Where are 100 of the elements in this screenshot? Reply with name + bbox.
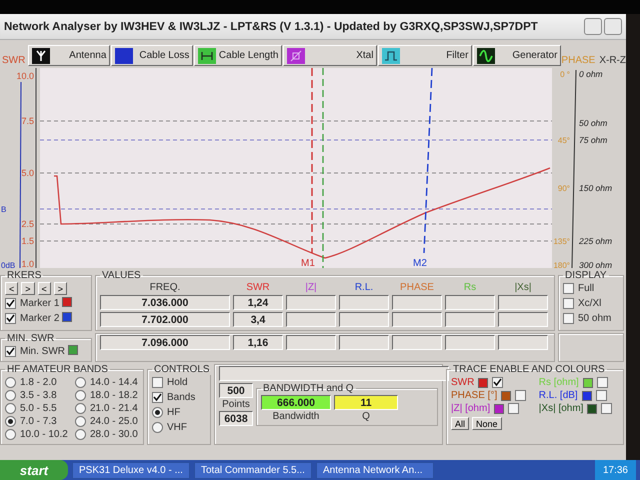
value-field[interactable] [339, 295, 389, 310]
value-field[interactable] [392, 335, 442, 350]
radio-label: 14.0 - 14.4 [90, 377, 138, 388]
mode-button[interactable]: Cable Loss [111, 45, 194, 66]
field-label: Bandwidth [272, 411, 320, 422]
radio-label: 10.0 - 10.2 [20, 429, 68, 440]
value-field[interactable] [339, 335, 389, 350]
maximize-button[interactable] [604, 18, 622, 35]
group-title: CONTROLS [153, 364, 211, 375]
radio-button[interactable] [152, 407, 163, 418]
radio-label: VHF [167, 422, 187, 433]
radio-label: 3.5 - 3.8 [20, 390, 57, 401]
trace-label: PHASE [°] [451, 390, 498, 401]
checkbox[interactable] [596, 377, 608, 388]
radio-button[interactable] [75, 377, 86, 388]
color-swatch[interactable] [501, 390, 512, 400]
trace-label: SWR [451, 377, 474, 388]
trace-button[interactable]: None [472, 417, 502, 430]
value-field[interactable] [392, 295, 442, 310]
trace-button[interactable]: All [451, 417, 470, 430]
mode-button[interactable]: Antenna [28, 45, 110, 66]
radio-button[interactable] [75, 429, 86, 440]
arrow-button[interactable]: > [54, 282, 68, 295]
checkbox[interactable] [515, 390, 526, 401]
radio-button[interactable] [5, 390, 16, 401]
radio-button[interactable] [5, 377, 16, 388]
checkbox[interactable] [152, 392, 163, 403]
axis-tick-label: 0 ° [560, 70, 570, 79]
value-field[interactable] [445, 295, 495, 310]
checkbox[interactable] [5, 346, 16, 357]
checkbox[interactable] [563, 313, 574, 324]
checkbox[interactable] [563, 298, 574, 309]
checkbox[interactable] [152, 377, 163, 388]
radio-button[interactable] [75, 403, 86, 414]
checkbox[interactable] [601, 403, 612, 414]
taskbar-button[interactable]: Total Commander 5.5... [194, 462, 312, 478]
points-field[interactable]: 500 [219, 383, 253, 398]
frequency-field[interactable]: 7.096.000 [100, 335, 230, 350]
group-title: BANDWIDTH and Q [262, 383, 355, 394]
radio-button[interactable] [152, 422, 163, 433]
arrow-button[interactable]: < [5, 282, 18, 295]
minimize-button[interactable] [584, 18, 602, 35]
taskbar-button[interactable]: Antenna Network An... [316, 462, 434, 478]
arrow-button[interactable]: > [21, 282, 35, 295]
taskbar-button[interactable]: PSK31 Deluxe v4.0 - ... [72, 462, 190, 478]
axis-tick-label: B [1, 205, 6, 214]
checkbox-label: Bands [167, 392, 196, 403]
value-field[interactable]: 3,4 [233, 312, 283, 327]
color-swatch[interactable] [582, 378, 593, 388]
color-swatch[interactable] [62, 312, 72, 322]
mode-button[interactable]: Generator [473, 45, 562, 66]
checkbox[interactable] [596, 390, 607, 401]
mode-button[interactable]: Xtal [283, 45, 378, 66]
column-header: Rs [462, 282, 478, 293]
checkbox[interactable] [5, 313, 16, 324]
frequency-field[interactable]: 7.702.000 [100, 312, 230, 327]
value-field[interactable]: 1,24 [233, 295, 283, 310]
arrow-button[interactable]: < [38, 282, 51, 295]
radio-button[interactable] [5, 416, 16, 427]
value-field[interactable] [445, 312, 495, 327]
value-field[interactable] [339, 312, 389, 327]
value-field[interactable] [286, 312, 336, 327]
checkbox[interactable] [508, 403, 520, 414]
mode-button[interactable]: Filter [378, 45, 472, 66]
marker-label: M1 [301, 258, 315, 268]
frequency-field[interactable]: 7.036.000 [100, 295, 230, 310]
radio-button[interactable] [5, 403, 16, 414]
value-field[interactable] [498, 312, 548, 327]
checkbox[interactable] [563, 283, 574, 294]
checkbox[interactable] [5, 298, 16, 309]
value-field[interactable] [445, 335, 495, 350]
step-field[interactable]: 6038 [219, 411, 253, 426]
axis-tick-label: 135° [553, 237, 570, 246]
axis-tick-label: 225 ohm [579, 236, 612, 246]
start-button[interactable]: start [0, 460, 68, 480]
group-title: RKERS [6, 270, 42, 281]
radio-button[interactable] [75, 390, 86, 401]
color-swatch[interactable] [62, 297, 72, 307]
group-title: HF AMATEUR BANDS [6, 364, 109, 375]
color-swatch[interactable] [582, 390, 592, 400]
axis-title: PHASE [561, 55, 596, 66]
bandwidth-field: 666.000 [261, 395, 331, 410]
value-field[interactable]: 1,16 [233, 335, 283, 350]
checkbox-label: Full [578, 283, 594, 294]
value-field[interactable] [392, 312, 442, 327]
color-swatch[interactable] [494, 404, 504, 414]
color-swatch[interactable] [587, 404, 598, 414]
value-field[interactable] [286, 295, 336, 310]
value-field[interactable] [286, 335, 336, 350]
color-swatch[interactable] [68, 345, 78, 355]
checkbox[interactable] [492, 377, 504, 388]
mode-button[interactable]: Cable Length [194, 45, 282, 66]
value-field[interactable] [498, 295, 548, 310]
radio-button[interactable] [5, 429, 16, 440]
group-frame [558, 333, 624, 362]
value-field[interactable] [498, 335, 548, 350]
color-swatch[interactable] [478, 378, 488, 388]
field-label: Q [362, 411, 370, 422]
radio-button[interactable] [75, 416, 86, 427]
column-header: SWR [245, 282, 271, 293]
